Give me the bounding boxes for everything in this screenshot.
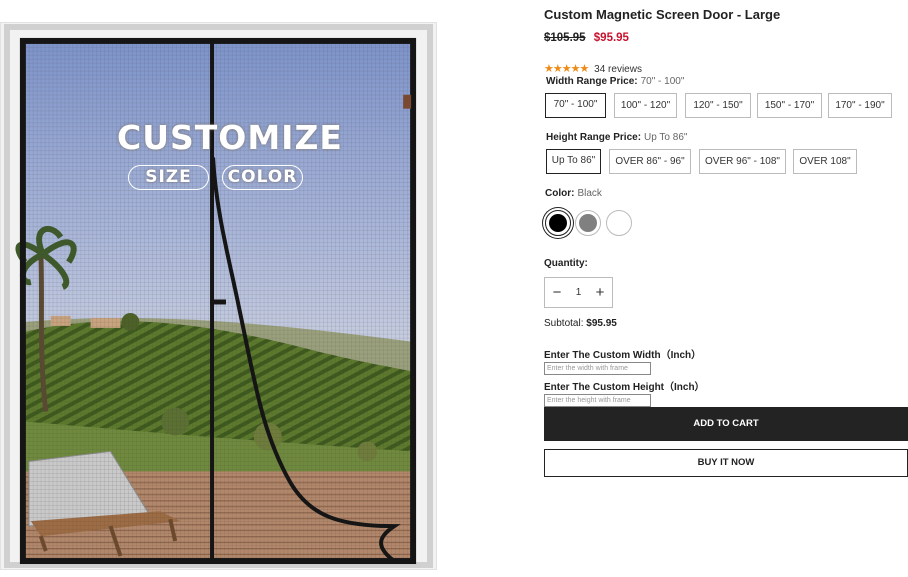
subtotal-label: Subtotal: [544, 318, 584, 329]
product-title: Custom Magnetic Screen Door - Large [544, 7, 781, 22]
product-image[interactable]: CUSTOMIZE SIZE COLOR [0, 22, 437, 570]
buy-now-button[interactable]: BUY IT NOW [544, 449, 908, 477]
product-details: Custom Magnetic Screen Door - Large $105… [544, 0, 908, 577]
subtotal-value: $95.95 [586, 318, 617, 329]
width-range-label-text: Width Range Price: [546, 76, 638, 87]
screen-door-photo [1, 23, 436, 569]
quantity-label-text: Quantity: [544, 258, 588, 269]
height-range-label-text: Height Range Price: [546, 132, 642, 143]
promo-size-pill: SIZE [128, 165, 209, 190]
color-label-text: Color: [545, 188, 575, 199]
width-option-120-150[interactable]: 120" - 150" [685, 93, 751, 118]
color-label: Color: Black [545, 188, 602, 199]
color-swatch-black-fill [549, 214, 567, 232]
height-option-over-108[interactable]: OVER 108" [793, 149, 857, 174]
width-range-selected-value: 70" - 100" [640, 76, 685, 87]
custom-height-input[interactable]: Enter the height with frame [544, 394, 651, 407]
width-option-150-170[interactable]: 150" - 170" [757, 93, 822, 118]
height-option-up-to-86[interactable]: Up To 86" [546, 149, 601, 174]
promo-color-pill: COLOR [222, 165, 303, 190]
sale-price: $95.95 [593, 32, 629, 44]
promo-customize-text: CUSTOMIZE [117, 118, 343, 157]
color-swatch-gray-fill [579, 214, 597, 232]
width-option-170-190[interactable]: 170" - 190" [828, 93, 892, 118]
add-to-cart-button[interactable]: ADD TO CART [544, 407, 908, 441]
star-icon: ★ [570, 63, 581, 75]
color-selected-value: Black [577, 188, 602, 199]
quantity-label: Quantity: [544, 258, 588, 269]
quantity-value[interactable]: 1 [576, 287, 582, 298]
star-icon: ★ [579, 63, 590, 75]
color-swatch-white[interactable] [606, 210, 632, 236]
height-range-label: Height Range Price: Up To 86" [546, 132, 687, 143]
quantity-stepper: − 1 + [544, 277, 613, 308]
original-price: $105.95 [544, 32, 586, 44]
width-option-70-100[interactable]: 70" - 100" [545, 93, 606, 118]
color-swatch-black[interactable] [545, 210, 571, 236]
color-swatch-white-fill [610, 214, 628, 232]
reviews-link[interactable]: 34 reviews [594, 64, 642, 75]
price-row: $105.95 $95.95 [544, 32, 629, 44]
custom-width-label: Enter The Custom Width（Inch） [544, 350, 702, 361]
plus-icon[interactable]: + [594, 284, 606, 301]
custom-width-input[interactable]: Enter the width with frame [544, 362, 651, 375]
width-range-label: Width Range Price: 70" - 100" [546, 76, 684, 87]
minus-icon[interactable]: − [551, 284, 563, 301]
star-icon: ★ [544, 63, 554, 75]
height-option-96-108[interactable]: OVER 96" - 108" [699, 149, 786, 174]
color-swatch-gray[interactable] [575, 210, 601, 236]
star-icon: ★ [561, 63, 572, 75]
height-option-86-96[interactable]: OVER 86" - 96" [609, 149, 691, 174]
star-icon: ★ [552, 63, 563, 75]
rating-row[interactable]: ★★★★★ 34 reviews [544, 62, 642, 75]
width-option-100-120[interactable]: 100" - 120" [614, 93, 677, 118]
custom-height-label: Enter The Custom Height（Inch） [544, 382, 705, 393]
height-range-selected-value: Up To 86" [644, 132, 688, 143]
subtotal: Subtotal: $95.95 [544, 318, 617, 329]
